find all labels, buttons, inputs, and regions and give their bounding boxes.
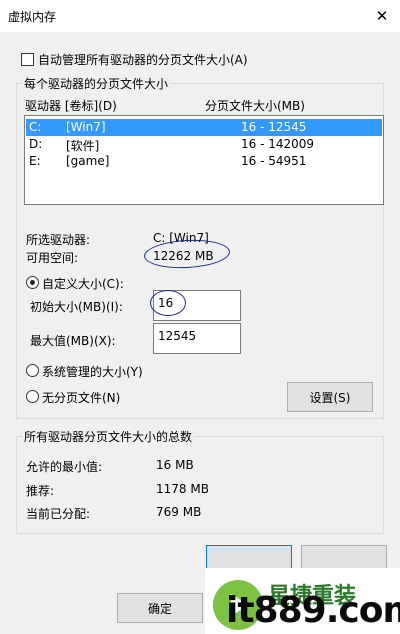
min-allowed-label: 允许的最小值: <box>26 460 103 474</box>
drive-list[interactable]: C: [Win7] 16 - 12545 D: [软件] 16 - 142009… <box>24 115 384 205</box>
close-icon: ✕ <box>375 7 389 25</box>
custom-size-label: 自定义大小(C): <box>42 277 124 291</box>
title-bar <box>0 0 400 32</box>
no-paging-radio[interactable] <box>26 390 39 403</box>
set-button[interactable]: 设置(S) <box>287 382 373 412</box>
max-size-input[interactable]: 12545 <box>153 323 241 354</box>
recommended-label: 推荐: <box>26 484 55 498</box>
system-managed-radio[interactable] <box>26 364 39 377</box>
max-size-label: 最大值(MB)(X): <box>30 334 116 348</box>
auto-manage-label: 自动管理所有驱动器的分页文件大小(A) <box>38 53 248 67</box>
free-space-label: 可用空间: <box>26 251 79 265</box>
annotation-circle-initial-size <box>150 290 186 316</box>
allocated-value: 769 MB <box>156 505 202 519</box>
column-header-drive: 驱动器 [卷标](D) <box>25 99 117 113</box>
selected-drive-label: 所选驱动器: <box>26 233 91 247</box>
drive-row-c[interactable]: C: [Win7] 16 - 12545 <box>26 119 382 136</box>
totals-group-title: 所有驱动器分页文件大小的总数 <box>22 428 195 445</box>
drives-group-title: 每个驱动器的分页文件大小 <box>22 75 171 92</box>
initial-size-label: 初始大小(MB)(I): <box>30 300 123 314</box>
recommended-value: 1178 MB <box>156 482 209 496</box>
window-title: 虚拟内存 <box>8 10 57 24</box>
custom-size-radio[interactable] <box>26 276 39 289</box>
close-button[interactable]: ✕ <box>369 3 395 29</box>
column-header-size: 分页文件大小(MB) <box>205 99 305 113</box>
drive-row-e[interactable]: E: [game] 16 - 54951 <box>26 153 382 170</box>
auto-manage-checkbox[interactable] <box>21 53 34 66</box>
min-allowed-value: 16 MB <box>156 458 194 472</box>
allocated-label: 当前已分配: <box>26 507 91 521</box>
system-managed-label: 系统管理的大小(Y) <box>42 365 143 379</box>
watermark-domain-text: it889.com <box>226 590 400 631</box>
ok-button[interactable]: 确定 <box>117 593 203 623</box>
drive-row-d[interactable]: D: [软件] 16 - 142009 <box>26 136 382 153</box>
no-paging-label: 无分页文件(N) <box>42 391 121 405</box>
